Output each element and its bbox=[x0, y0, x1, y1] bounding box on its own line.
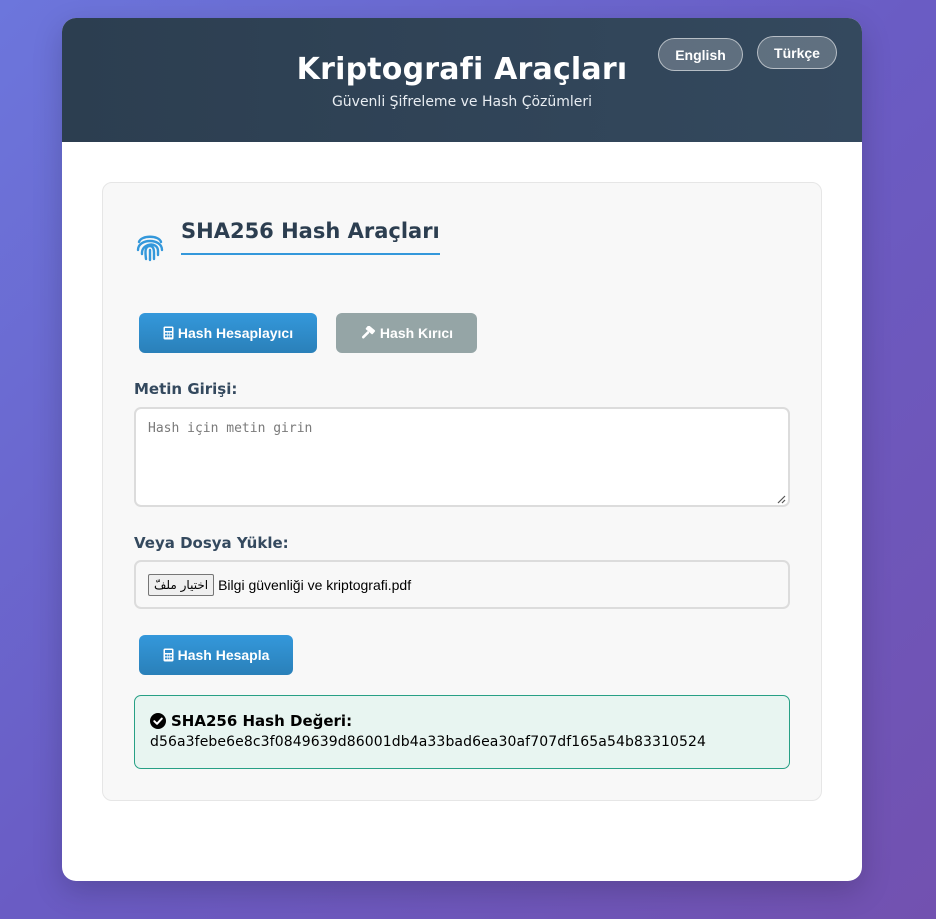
hash-result-value: d56a3febe6e8c3f0849639d86001db4a33bad6ea… bbox=[150, 734, 707, 750]
file-upload-field: اختيار ملفّ Bilgi güvenliği ve kriptogra… bbox=[134, 560, 790, 609]
calculator-icon bbox=[163, 648, 174, 662]
file-upload-label: Veya Dosya Yükle: bbox=[134, 534, 289, 552]
app-card: Kriptografi Araçları Güvenli Şifreleme v… bbox=[62, 18, 862, 881]
language-turkish-button[interactable]: Türkçe bbox=[757, 36, 837, 69]
text-input-label: Metin Girişi: bbox=[134, 380, 238, 398]
hash-result-title: SHA256 Hash Değeri: bbox=[171, 712, 353, 730]
hash-result-title-row: SHA256 Hash Değeri: bbox=[150, 712, 774, 730]
tab-hash-cracker-label: Hash Kırıcı bbox=[379, 325, 454, 341]
compute-hash-label: Hash Hesapla bbox=[177, 647, 270, 663]
tab-hash-calculator-label: Hash Hesaplayıcı bbox=[177, 325, 294, 341]
selected-file-name: Bilgi güvenliği ve kriptografi.pdf bbox=[218, 576, 412, 593]
calculator-icon bbox=[163, 326, 174, 340]
text-input[interactable] bbox=[134, 407, 790, 507]
hash-result-box: SHA256 Hash Değeri: d56a3febe6e8c3f08496… bbox=[134, 695, 790, 769]
tab-hash-calculator[interactable]: Hash Hesaplayıcı bbox=[139, 313, 317, 353]
sha256-tool-panel: SHA256 Hash Araçları Hash Hesaplayıcı Ha… bbox=[102, 182, 822, 801]
panel-title: SHA256 Hash Araçları bbox=[181, 219, 440, 255]
app-header: Kriptografi Araçları Güvenli Şifreleme v… bbox=[62, 18, 862, 142]
compute-hash-button[interactable]: Hash Hesapla bbox=[139, 635, 293, 675]
choose-file-button[interactable]: اختيار ملفّ bbox=[148, 573, 215, 596]
tab-hash-cracker[interactable]: Hash Kırıcı bbox=[336, 313, 477, 353]
language-english-button[interactable]: English bbox=[658, 38, 743, 71]
check-circle-icon bbox=[150, 713, 166, 729]
page-subtitle: Güvenli Şifreleme ve Hash Çözümleri bbox=[331, 94, 593, 110]
hammer-icon bbox=[361, 325, 375, 338]
resize-handle-icon[interactable] bbox=[776, 494, 786, 504]
fingerprint-icon bbox=[136, 235, 164, 262]
